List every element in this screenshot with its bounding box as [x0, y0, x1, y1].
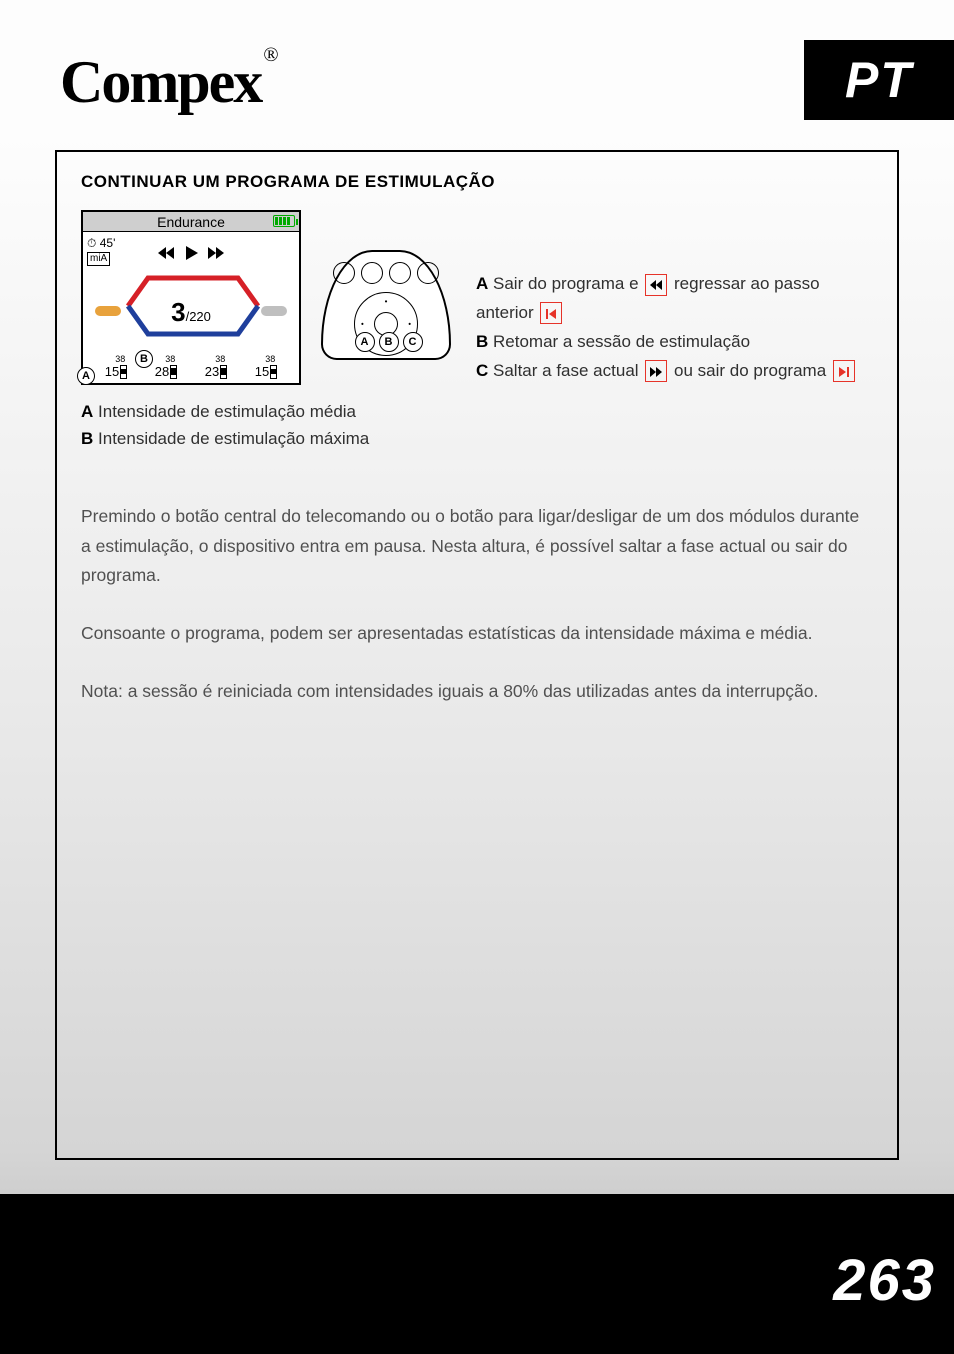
remote-callout-A: A: [355, 332, 375, 352]
bar-4: 38 15: [255, 364, 277, 379]
callout-B: B: [135, 350, 153, 368]
bar-1: 38 15: [105, 364, 127, 379]
screen-legend-B: B Intensidade de estimulação máxima: [81, 425, 873, 452]
screen-legend: A Intensidade de estimulação média B Int…: [81, 398, 873, 452]
fast-forward-icon: [645, 360, 667, 382]
channel-bars: 38 15 38 28 38 23 38: [83, 364, 299, 379]
content-frame: CONTINUAR UM PROGRAMA DE ESTIMULAÇÃO End…: [55, 150, 899, 1160]
footer-bar: [0, 1194, 954, 1354]
screen-header: Endurance: [83, 212, 299, 232]
legend-line-A: A Sair do programa e regressar ao passo …: [476, 270, 873, 328]
remote-callout-B: B: [379, 332, 399, 352]
playback-controls: [83, 244, 299, 267]
center-counter: 3/220: [83, 297, 299, 328]
program-name: Endurance: [157, 214, 225, 230]
language-code: PT: [845, 52, 913, 108]
remote-top-buttons: [323, 262, 449, 284]
screen-legend-A: A Intensidade de estimulação média: [81, 398, 873, 425]
counter-denom: /220: [186, 309, 211, 324]
paragraph-1: Premindo o botão central do telecomando …: [81, 502, 873, 591]
registered-mark: ®: [263, 44, 276, 66]
bar-2: 38 28: [155, 364, 177, 379]
section-title: CONTINUAR UM PROGRAMA DE ESTIMULAÇÃO: [81, 172, 873, 192]
counter-value: 3: [171, 297, 185, 327]
callout-A: A: [77, 367, 95, 385]
skip-forward-icon: [833, 360, 855, 382]
legend-line-C: C Saltar a fase actual ou sair do progra…: [476, 357, 873, 386]
bar-3: 38 23: [205, 364, 227, 379]
page-number: 263: [833, 1247, 936, 1314]
remote-illustration: • • • • A B C: [321, 250, 456, 380]
remote-callout-C: C: [403, 332, 423, 352]
rewind-icon: [645, 274, 667, 296]
device-screen-illustration: Endurance ⏱ 45' miA: [81, 210, 301, 385]
brand-text: Compex: [60, 49, 261, 115]
body-text: Premindo o botão central do telecomando …: [81, 502, 873, 707]
language-tab: PT: [804, 40, 954, 120]
figures-row: Endurance ⏱ 45' miA: [81, 210, 873, 386]
paragraph-2: Consoante o programa, podem ser apresent…: [81, 619, 873, 649]
brand-logo: Compex®: [60, 48, 275, 117]
paragraph-3: Nota: a sessão é reiniciada com intensid…: [81, 677, 873, 707]
battery-icon: [273, 215, 295, 227]
legend-line-B: B Retomar a sessão de estimulação: [476, 328, 873, 357]
remote-legend: A Sair do programa e regressar ao passo …: [476, 210, 873, 386]
rewind-play-forward-icon: [156, 244, 226, 262]
skip-back-icon: [540, 302, 562, 324]
